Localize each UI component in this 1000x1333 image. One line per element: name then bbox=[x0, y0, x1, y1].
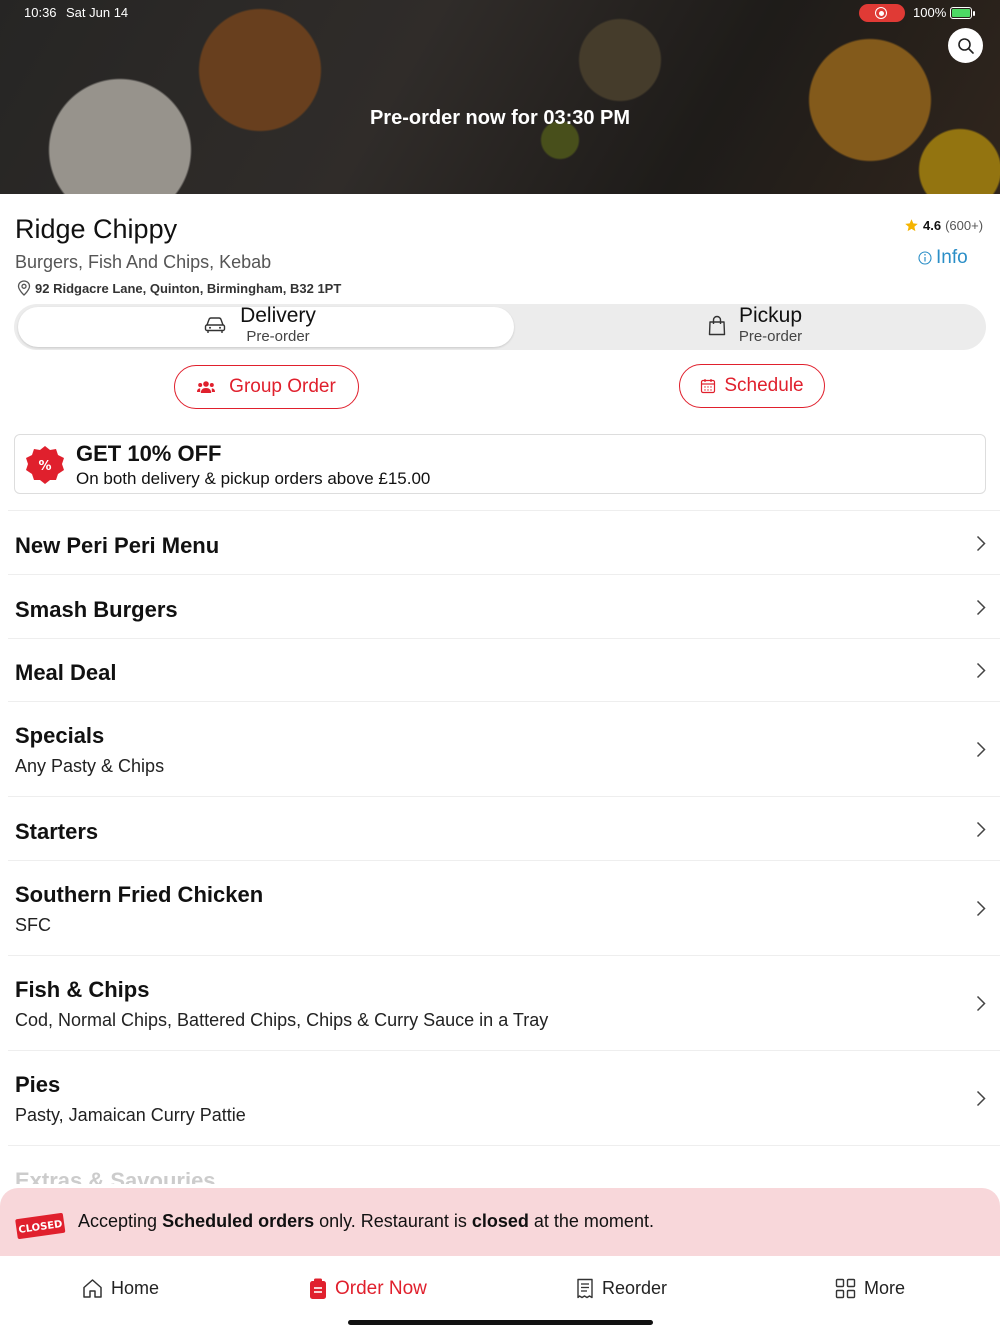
nav-reorder-label: Reorder bbox=[602, 1278, 668, 1298]
closed-msg-part1: Accepting bbox=[78, 1211, 163, 1231]
rating-count: (600+) bbox=[945, 218, 984, 233]
delivery-sub: Pre-order bbox=[246, 328, 310, 345]
calendar-icon bbox=[701, 379, 716, 394]
nav-more[interactable]: More bbox=[835, 1278, 905, 1299]
chevron-right-icon bbox=[976, 599, 986, 616]
menu-category-item[interactable]: Fish & Chips Cod, Normal Chips, Battered… bbox=[8, 955, 1000, 1050]
menu-category-desc: SFC bbox=[15, 915, 51, 935]
menu-category-item[interactable]: New Peri Peri Menu bbox=[8, 510, 1000, 574]
svg-text:%: % bbox=[38, 459, 51, 474]
menu-category-desc: Cod, Normal Chips, Battered Chips, Chips… bbox=[15, 1010, 549, 1030]
location-pin-icon bbox=[17, 280, 31, 296]
nav-home[interactable]: Home bbox=[82, 1278, 159, 1299]
delivery-label: Delivery bbox=[240, 304, 316, 327]
schedule-label: Schedule bbox=[724, 375, 804, 396]
menu-category-item[interactable]: Pies Pasty, Jamaican Curry Pattie bbox=[8, 1050, 1000, 1145]
restaurant-cuisine: Burgers, Fish And Chips, Kebab bbox=[15, 252, 272, 272]
menu-category-name: Fish & Chips bbox=[15, 977, 150, 1002]
menu-category-item[interactable]: Smash Burgers bbox=[8, 574, 1000, 638]
closed-msg-part3: at the moment. bbox=[528, 1211, 654, 1231]
schedule-button[interactable]: Schedule bbox=[679, 364, 825, 408]
restaurant-rating: 4.6 (600+) bbox=[904, 218, 983, 233]
status-date: Sat Jun 14 bbox=[66, 5, 129, 20]
hero-banner: 10:36 Sat Jun 14 100% Pre-order now for … bbox=[0, 0, 1000, 194]
menu-category-list: New Peri Peri Menu Smash Burgers Meal De… bbox=[0, 510, 1000, 1185]
chevron-right-icon bbox=[976, 662, 986, 679]
info-link[interactable]: Info bbox=[918, 247, 968, 269]
grid-menu-icon bbox=[835, 1278, 856, 1299]
chevron-right-icon bbox=[976, 535, 986, 552]
closed-msg-bold1: Scheduled orders bbox=[162, 1211, 315, 1231]
home-icon bbox=[83, 1279, 102, 1298]
menu-category-desc: Any Pasty & Chips bbox=[15, 756, 165, 776]
chevron-right-icon bbox=[976, 821, 986, 838]
battery-icon bbox=[950, 7, 975, 19]
closed-msg-bold2: closed bbox=[471, 1211, 529, 1231]
menu-category-desc: Pasty, Jamaican Curry Pattie bbox=[15, 1105, 246, 1125]
preorder-banner-text: Pre-order now for 03:30 PM bbox=[369, 107, 631, 129]
group-order-label: Group Order bbox=[229, 376, 336, 397]
shopping-bag-icon bbox=[708, 315, 726, 336]
search-icon bbox=[957, 37, 974, 54]
closed-message: Accepting Scheduled orders only. Restaur… bbox=[78, 1211, 654, 1232]
menu-category-name: Starters bbox=[15, 819, 99, 844]
address-text: 92 Ridgacre Lane, Quinton, Birmingham, B… bbox=[35, 280, 342, 296]
menu-category-name: Pies bbox=[15, 1072, 61, 1097]
chevron-right-icon bbox=[976, 900, 986, 917]
nav-reorder[interactable]: Reorder bbox=[576, 1278, 667, 1299]
car-icon bbox=[204, 317, 226, 333]
menu-category-name: New Peri Peri Menu bbox=[15, 533, 220, 558]
screen-record-icon bbox=[859, 4, 905, 22]
group-order-button[interactable]: Group Order bbox=[174, 365, 359, 409]
home-indicator[interactable] bbox=[348, 1320, 653, 1325]
rating-value: 4.6 bbox=[923, 218, 942, 233]
menu-category-name: Meal Deal bbox=[15, 660, 117, 685]
nav-more-label: More bbox=[864, 1278, 906, 1298]
order-icon bbox=[310, 1278, 326, 1299]
chevron-right-icon bbox=[976, 995, 986, 1012]
closed-sign-icon: CLOSED bbox=[15, 1212, 66, 1239]
restaurant-name: Ridge Chippy bbox=[15, 214, 178, 244]
menu-category-name: Smash Burgers bbox=[15, 597, 178, 622]
status-bar: 10:36 Sat Jun 14 100% bbox=[0, 4, 1000, 22]
battery-percent: 100% bbox=[913, 5, 947, 20]
menu-category-name: Southern Fried Chicken bbox=[15, 882, 264, 907]
pickup-sub: Pre-order bbox=[738, 328, 803, 345]
group-users-icon bbox=[197, 381, 216, 393]
offer-subtitle: On both delivery & pickup orders above £… bbox=[76, 469, 431, 488]
offer-card[interactable]: % GET 10% OFF On both delivery & pickup … bbox=[14, 434, 986, 494]
menu-category-item[interactable]: Specials Any Pasty & Chips bbox=[8, 701, 1000, 796]
menu-category-name: Specials bbox=[15, 723, 105, 748]
status-time: 10:36 bbox=[24, 5, 57, 20]
closed-banner: CLOSED Accepting Scheduled orders only. … bbox=[0, 1188, 1000, 1256]
menu-category-name-partial: Extras & Savouries bbox=[15, 1168, 216, 1184]
pickup-label: Pickup bbox=[738, 304, 803, 327]
info-icon bbox=[918, 251, 932, 265]
closed-msg-part2: only. Restaurant is bbox=[314, 1211, 472, 1231]
menu-category-item[interactable]: Meal Deal bbox=[8, 638, 1000, 701]
receipt-icon bbox=[577, 1278, 593, 1299]
nav-order-now[interactable]: Order Now bbox=[309, 1278, 427, 1300]
nav-order-now-label: Order Now bbox=[335, 1278, 427, 1299]
discount-badge-icon: % bbox=[26, 446, 64, 484]
chevron-right-icon bbox=[976, 741, 986, 758]
menu-category-item[interactable]: Starters bbox=[8, 796, 1000, 860]
search-button[interactable] bbox=[948, 28, 983, 63]
order-mode-toggle: Delivery Pre-order Pickup Pre-order bbox=[14, 304, 986, 350]
chevron-right-icon bbox=[976, 1090, 986, 1107]
nav-home-label: Home bbox=[111, 1278, 160, 1298]
info-label: Info bbox=[936, 247, 968, 268]
star-icon bbox=[905, 219, 918, 232]
menu-category-item[interactable]: Southern Fried Chicken SFC bbox=[8, 860, 1000, 955]
offer-title: GET 10% OFF bbox=[76, 441, 222, 466]
restaurant-address: 92 Ridgacre Lane, Quinton, Birmingham, B… bbox=[17, 280, 341, 296]
